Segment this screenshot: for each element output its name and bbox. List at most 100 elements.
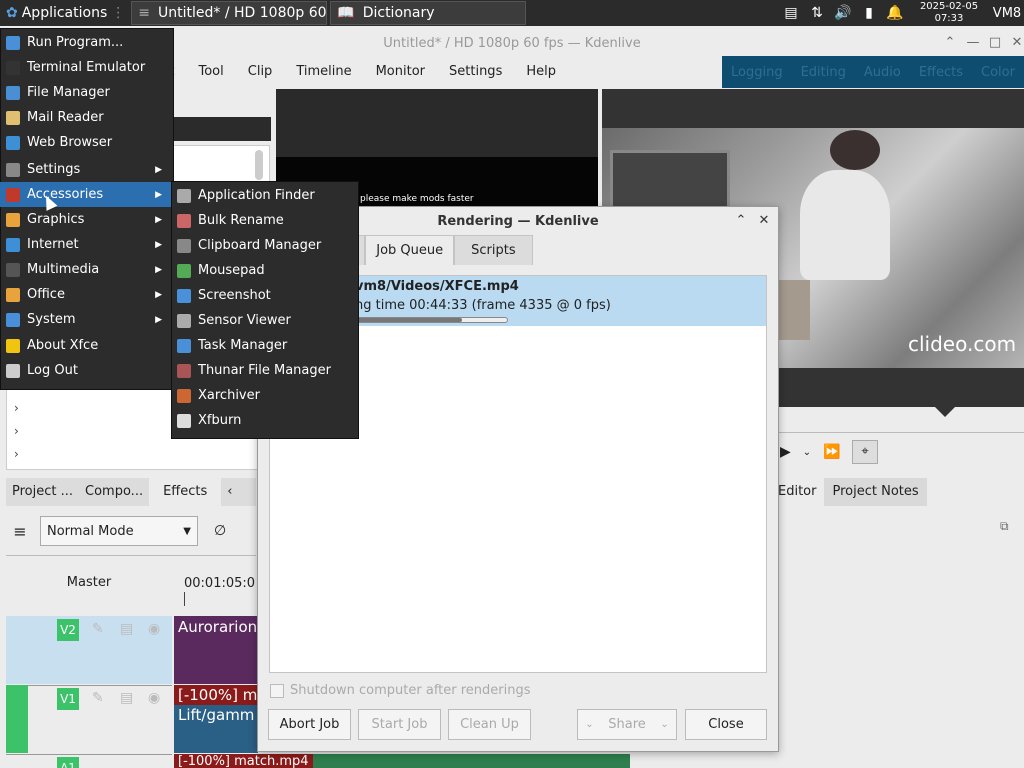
lock-icon[interactable]: ◉: [148, 690, 160, 706]
app-menu-item-accessories[interactable]: Accessories ▶: [0, 182, 172, 207]
workspace-logging[interactable]: Logging: [731, 65, 783, 80]
app-menu-item-settings[interactable]: Settings ▶: [0, 157, 172, 182]
app-menu-item-office[interactable]: Office ▶: [0, 282, 172, 307]
effects-toggle-icon[interactable]: ∅: [214, 523, 226, 539]
timeline-clip[interactable]: Aurorarion: [174, 616, 258, 684]
master-label[interactable]: Master: [6, 575, 172, 590]
lock-icon[interactable]: ◉: [148, 621, 160, 637]
clock[interactable]: 2025-02-05 07:33: [912, 0, 986, 26]
menu-tool[interactable]: Tool: [186, 64, 235, 79]
crop-icon[interactable]: ⌖: [852, 440, 878, 464]
timeline-clip[interactable]: [-100%] m Lift/gamm: [174, 685, 258, 753]
timeline-settings-icon[interactable]: ≡: [6, 522, 34, 541]
expand-chevron-icon[interactable]: ›: [14, 424, 19, 438]
clipboard-tray-icon[interactable]: ▤: [780, 0, 802, 26]
app-menu-item-log-out[interactable]: Log Out: [0, 358, 172, 383]
screenshot-icon: [177, 288, 191, 303]
dialog-tabs: ct Job Queue Scripts: [340, 235, 550, 265]
network-tray-icon[interactable]: ⇅: [806, 0, 828, 26]
accessories-item-sensor-viewer[interactable]: Sensor Viewer: [171, 308, 357, 333]
abort-job-button[interactable]: Abort Job: [268, 709, 351, 740]
play-options-icon[interactable]: ⌄: [803, 447, 811, 458]
menu-timeline[interactable]: Timeline: [284, 64, 363, 79]
keep-above-icon[interactable]: ⌃: [941, 34, 959, 52]
notification-bell-icon[interactable]: 🔔: [884, 0, 906, 26]
tab-effects[interactable]: Effects: [149, 478, 222, 506]
track-a1-header[interactable]: [6, 754, 172, 768]
track-name-a1[interactable]: A1: [57, 757, 79, 768]
app-finder-icon: [177, 188, 191, 203]
menu-help[interactable]: Help: [514, 64, 568, 79]
app-menu-item-mail-reader[interactable]: Mail Reader: [0, 105, 172, 130]
mail-icon: [6, 110, 20, 125]
tab-job-queue[interactable]: Job Queue: [365, 235, 455, 265]
app-menu-item-about-xfce[interactable]: About Xfce: [0, 333, 172, 358]
settings-icon: [6, 162, 20, 177]
track-name-v1[interactable]: V1: [57, 688, 79, 710]
close-button[interactable]: Close: [685, 709, 767, 740]
shutdown-option[interactable]: Shutdown computer after renderings: [270, 683, 531, 698]
workspace-editing[interactable]: Editing: [801, 65, 846, 80]
shutdown-checkbox[interactable]: [270, 683, 284, 698]
taskbar-kdenlive[interactable]: ≡ Untitled* / HD 1080p 60...: [131, 1, 328, 25]
tab-scripts[interactable]: Scripts: [454, 235, 533, 265]
save-icon[interactable]: ▤: [120, 621, 133, 637]
expand-chevron-icon[interactable]: ›: [14, 401, 19, 415]
accessories-item-thunar-file-manager[interactable]: Thunar File Manager: [171, 358, 357, 383]
app-menu-item-label: Web Browser: [27, 135, 113, 150]
maximize-icon[interactable]: □: [986, 34, 1004, 52]
app-menu-item-system[interactable]: System ▶: [0, 307, 172, 332]
playhead-marker[interactable]: [935, 407, 955, 417]
app-menu-item-terminal-emulator[interactable]: Terminal Emulator: [0, 55, 172, 80]
menu-clip[interactable]: Clip: [236, 64, 285, 79]
mute-icon[interactable]: ✎: [92, 690, 104, 706]
app-menu-item-run-program[interactable]: Run Program...: [0, 30, 172, 55]
timeline-clip[interactable]: [-100%] match.mp4: [174, 754, 630, 768]
volume-tray-icon[interactable]: 🔊: [832, 0, 854, 26]
tabs-scroll-left-icon[interactable]: ‹: [221, 478, 238, 506]
app-menu-item-graphics[interactable]: Graphics ▶: [0, 207, 172, 232]
composite-mode-select[interactable]: Normal Mode ▼: [40, 516, 198, 546]
app-menu-item-multimedia[interactable]: Multimedia ▶: [0, 257, 172, 282]
accessories-item-screenshot[interactable]: Screenshot: [171, 283, 357, 308]
app-menu-item-file-manager[interactable]: File Manager: [0, 80, 172, 105]
accessories-item-task-manager[interactable]: Task Manager: [171, 333, 357, 358]
mute-icon[interactable]: ✎: [92, 621, 104, 637]
workspace-effects[interactable]: Effects: [919, 65, 963, 80]
accessories-item-xfburn[interactable]: Xfburn: [171, 408, 357, 433]
bin-scrollbar[interactable]: [255, 150, 263, 180]
xfce-logo-icon: ✿: [6, 5, 18, 21]
minimize-icon[interactable]: —: [964, 34, 982, 52]
app-menu-item-internet[interactable]: Internet ▶: [0, 232, 172, 257]
timeline-ruler[interactable]: [184, 592, 264, 606]
accessories-item-application-finder[interactable]: Application Finder: [171, 183, 357, 208]
tab-project-notes[interactable]: Project Notes: [824, 478, 927, 506]
track-name-v2[interactable]: V2: [57, 619, 79, 641]
accessories-item-mousepad[interactable]: Mousepad: [171, 258, 357, 283]
fast-forward-icon[interactable]: ⏩: [823, 444, 840, 460]
close-window-icon[interactable]: ✕: [1008, 34, 1024, 52]
menu-monitor[interactable]: Monitor: [364, 64, 437, 79]
applications-menu-button[interactable]: ✿ Applications ⋮: [0, 0, 131, 26]
start-job-button[interactable]: Start Job: [358, 709, 441, 740]
play-icon[interactable]: ▶: [780, 444, 791, 460]
menu-settings[interactable]: Settings: [437, 64, 514, 79]
workspace-audio[interactable]: Audio: [864, 65, 901, 80]
accessories-item-xarchiver[interactable]: Xarchiver: [171, 383, 357, 408]
dialog-keep-above-icon[interactable]: ⌃: [732, 212, 750, 230]
dialog-close-icon[interactable]: ✕: [755, 212, 773, 230]
accessories-item-clipboard-manager[interactable]: Clipboard Manager: [171, 233, 357, 258]
share-button[interactable]: ⌄ Share ⌄: [577, 709, 677, 740]
user-label[interactable]: VM8: [990, 0, 1024, 26]
copy-icon[interactable]: ⧉: [1000, 519, 1009, 534]
clean-up-button[interactable]: Clean Up: [448, 709, 531, 740]
taskbar-dictionary[interactable]: 📖 Dictionary: [330, 1, 527, 25]
accessories-item-bulk-rename[interactable]: Bulk Rename: [171, 208, 357, 233]
battery-tray-icon[interactable]: ▮: [858, 0, 880, 26]
tab-compositions[interactable]: Compo...: [79, 478, 149, 506]
expand-chevron-icon[interactable]: ›: [14, 447, 19, 461]
save-icon[interactable]: ▤: [120, 690, 133, 706]
workspace-color[interactable]: Color: [981, 65, 1015, 80]
app-menu-item-web-browser[interactable]: Web Browser: [0, 130, 172, 155]
tab-project-bin[interactable]: Project ...: [6, 478, 79, 506]
